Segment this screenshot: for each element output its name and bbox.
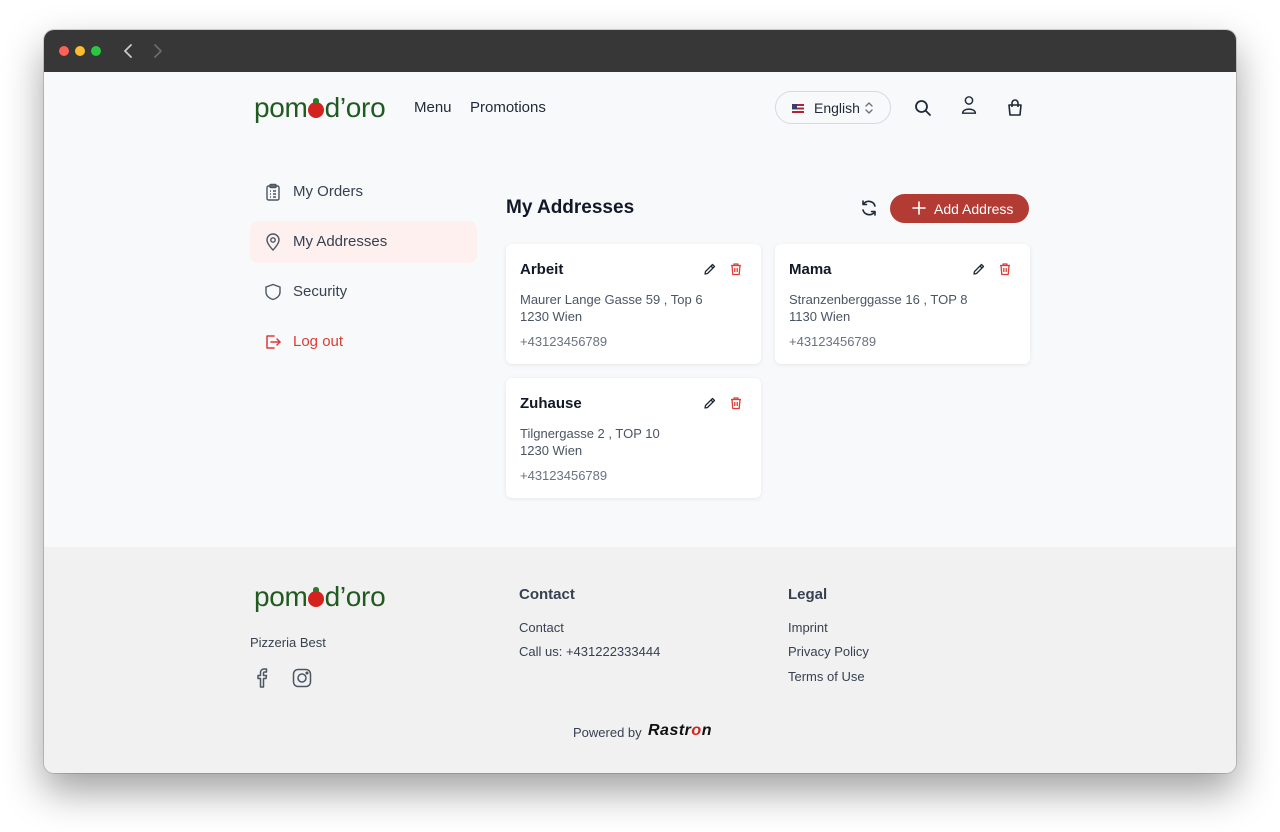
shield-icon	[265, 283, 281, 301]
site-footer: pom d’oro Pizzeria Best Contact Contact C…	[44, 547, 1236, 773]
address-card: Zuhause Tilgnergasse 2 , TOP 10 1230 Wie…	[506, 378, 761, 498]
brand-text-suffix: n	[701, 722, 712, 739]
address-phone: +43123456789	[520, 334, 608, 349]
rastron-logo[interactable]: Rastron	[648, 722, 712, 740]
footer-imprint-link[interactable]: Imprint	[788, 620, 828, 635]
trash-icon[interactable]	[729, 396, 743, 410]
footer-contact-link[interactable]: Contact	[519, 620, 564, 635]
title-bar	[44, 30, 1236, 72]
address-name: Arbeit	[520, 261, 564, 278]
logo-text-suffix: d’oro	[324, 92, 386, 123]
header-logo[interactable]: pom d’oro	[254, 92, 386, 123]
chevron-up-down-icon	[865, 102, 873, 114]
instagram-icon[interactable]	[291, 667, 313, 689]
page-title: My Addresses	[506, 197, 635, 218]
sidebar-item-label: Security	[293, 283, 348, 300]
clipboard-icon	[266, 183, 280, 201]
account-sidebar: My Orders My Addresses Security Log out	[250, 171, 477, 371]
footer-tagline: Pizzeria Best	[250, 635, 326, 650]
language-label: English	[814, 100, 860, 116]
main-area: pom d’oro Menu Promotions English My Orde…	[44, 72, 1236, 547]
sidebar-item-label: Log out	[293, 333, 344, 350]
address-card: Mama Stranzenberggasse 16 , TOP 8 1130 W…	[775, 244, 1030, 364]
address-line-1: Tilgnergasse 2 , TOP 10	[520, 426, 660, 441]
page-content: pom d’oro Menu Promotions English My Orde…	[44, 72, 1236, 773]
maximize-window-button[interactable]	[91, 46, 101, 56]
logo-text-prefix: pom	[254, 581, 308, 612]
logo-text-suffix: d’oro	[324, 581, 386, 612]
shopping-bag-icon[interactable]	[1005, 98, 1025, 118]
footer-call-link[interactable]: Call us: +431222333444	[519, 644, 660, 659]
sidebar-item-my-orders[interactable]: My Orders	[250, 171, 477, 213]
pencil-icon[interactable]	[703, 262, 717, 276]
add-address-button[interactable]: Add Address	[890, 194, 1029, 223]
sidebar-item-my-addresses[interactable]: My Addresses	[250, 221, 477, 263]
nav-promotions-link[interactable]: Promotions	[470, 99, 546, 116]
brand-text-o: o	[691, 722, 702, 739]
us-flag-icon	[792, 104, 804, 113]
tomato-icon	[308, 98, 325, 118]
footer-logo[interactable]: pom d’oro	[254, 581, 386, 612]
add-address-label: Add Address	[934, 201, 1014, 217]
plus-icon	[912, 201, 926, 215]
trash-icon[interactable]	[729, 262, 743, 276]
address-line-1: Maurer Lange Gasse 59 , Top 6	[520, 292, 703, 307]
address-line-2: 1230 Wien	[520, 309, 583, 324]
footer-terms-link[interactable]: Terms of Use	[788, 669, 865, 684]
powered-by-text: Powered by	[573, 725, 642, 740]
refresh-icon[interactable]	[859, 198, 879, 218]
minimize-window-button[interactable]	[75, 46, 85, 56]
footer-contact-heading: Contact	[519, 586, 575, 603]
map-pin-icon	[266, 233, 280, 251]
address-line-1: Stranzenberggasse 16 , TOP 8	[789, 292, 968, 307]
sidebar-item-label: My Addresses	[293, 233, 388, 250]
forward-arrow-icon[interactable]	[147, 41, 167, 61]
address-card: Arbeit Maurer Lange Gasse 59 , Top 6 123…	[506, 244, 761, 364]
back-arrow-icon[interactable]	[119, 41, 139, 61]
user-icon[interactable]	[959, 95, 979, 115]
address-line-2: 1130 Wien	[789, 309, 851, 324]
sidebar-item-label: My Orders	[293, 183, 364, 200]
address-line-2: 1230 Wien	[520, 443, 583, 458]
address-phone: +43123456789	[520, 468, 608, 483]
facebook-icon[interactable]	[252, 667, 274, 689]
logout-icon	[266, 335, 281, 349]
nav-menu-link[interactable]: Menu	[414, 99, 452, 116]
footer-privacy-link[interactable]: Privacy Policy	[788, 644, 869, 659]
address-phone: +43123456789	[789, 334, 877, 349]
footer-legal-heading: Legal	[788, 586, 828, 603]
address-name: Zuhause	[520, 395, 582, 412]
trash-icon[interactable]	[998, 262, 1012, 276]
pencil-icon[interactable]	[972, 262, 986, 276]
logo-text-prefix: pom	[254, 92, 308, 123]
close-window-button[interactable]	[59, 46, 69, 56]
brand-text-prefix: Rastr	[648, 722, 692, 739]
language-select[interactable]: English	[775, 91, 891, 124]
sidebar-item-security[interactable]: Security	[250, 271, 477, 313]
address-name: Mama	[789, 261, 832, 278]
pencil-icon[interactable]	[703, 396, 717, 410]
tomato-icon	[308, 587, 325, 607]
sidebar-item-logout[interactable]: Log out	[250, 321, 477, 363]
search-icon[interactable]	[913, 98, 933, 118]
browser-window: pom d’oro Menu Promotions English My Orde…	[44, 30, 1236, 773]
